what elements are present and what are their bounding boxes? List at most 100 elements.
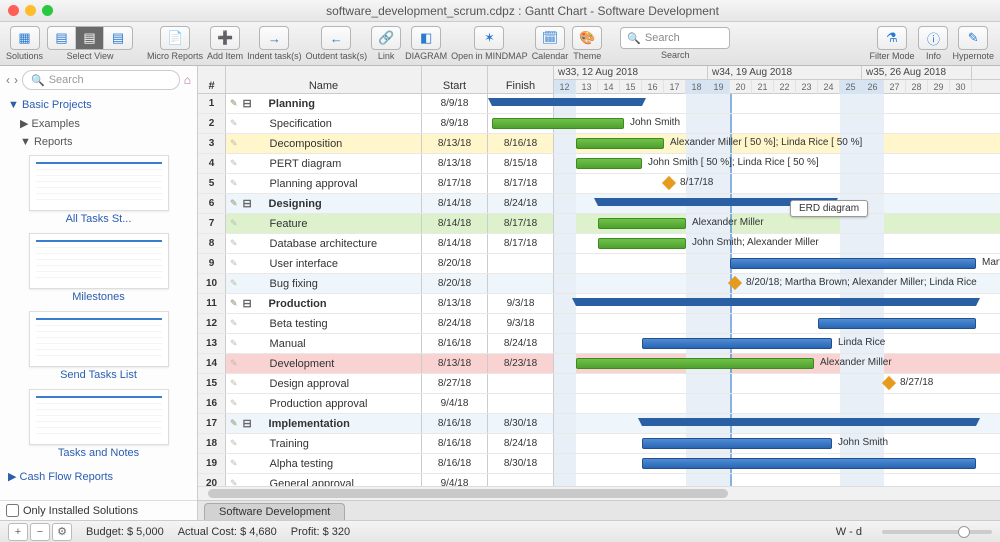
report-thumb-label[interactable]: Send Tasks List (4, 369, 193, 381)
timeline-cell[interactable] (554, 194, 1000, 213)
view-icon-1[interactable]: ▤ (48, 27, 76, 49)
task-name-cell[interactable]: ✎Training (226, 434, 422, 453)
only-installed-checkbox[interactable] (6, 504, 19, 517)
timeline-cell[interactable]: 8/27/18 (554, 374, 1000, 393)
indent-icon[interactable]: → (260, 27, 288, 49)
summary-bar[interactable] (642, 418, 976, 426)
task-finish[interactable]: 9/3/18 (488, 294, 554, 313)
timeline-cell[interactable] (554, 474, 1000, 486)
disclosure-icon[interactable]: ⊟ (243, 97, 253, 110)
task-name-cell[interactable]: ✎Specification (226, 114, 422, 133)
report-thumb-label[interactable]: Tasks and Notes (4, 447, 193, 459)
view-icon-2[interactable]: ▤ (76, 27, 104, 49)
hypernote-icon[interactable]: ✎ (959, 27, 987, 49)
task-name-cell[interactable]: ✎Development (226, 354, 422, 373)
home-icon[interactable]: ⌂ (184, 73, 191, 87)
zoom-icon[interactable] (42, 5, 53, 16)
add-row-button[interactable]: + (8, 523, 28, 541)
timeline-cell[interactable] (554, 394, 1000, 413)
filter-icon[interactable]: ⚗ (878, 27, 906, 49)
scrollbar-thumb[interactable] (208, 489, 728, 498)
grid-body[interactable]: ERD diagram 1✎⊟Planning8/9/188/16/182✎Sp… (198, 94, 1000, 486)
task-name-cell[interactable]: ✎Planning approval (226, 174, 422, 193)
timeline-cell[interactable]: John Smith (554, 114, 1000, 133)
tree-reports[interactable]: ▼ Reports (4, 133, 193, 151)
task-name-cell[interactable]: ✎⊟Designing (226, 194, 422, 213)
task-finish[interactable]: 9/3/18 (488, 314, 554, 333)
task-name-cell[interactable]: ✎Production approval (226, 394, 422, 413)
task-bar[interactable] (598, 238, 686, 249)
task-bar[interactable] (576, 138, 664, 149)
task-name-cell[interactable]: ✎Alpha testing (226, 454, 422, 473)
diagram-icon[interactable]: ◧ (412, 27, 440, 49)
task-row[interactable]: 7✎Feature8/14/188/17/18Alexander Miller (198, 214, 1000, 234)
toolbar-add-item[interactable]: ➕ Add Item (207, 26, 243, 61)
timeline-cell[interactable]: 8/17/18 (554, 174, 1000, 193)
task-start[interactable]: 8/13/18 (422, 294, 488, 313)
timeline-cell[interactable] (554, 294, 1000, 313)
task-row[interactable]: 1✎⊟Planning8/9/188/16/18 (198, 94, 1000, 114)
task-row[interactable]: 16✎Production approval9/4/18 (198, 394, 1000, 414)
task-finish[interactable]: 8/17/18 (488, 214, 554, 233)
task-row[interactable]: 12✎Beta testing8/24/189/3/18 (198, 314, 1000, 334)
task-row[interactable]: 18✎Training8/16/188/24/18John Smith (198, 434, 1000, 454)
task-bar[interactable] (576, 158, 642, 169)
timeline-cell[interactable]: Alexander Miller (554, 214, 1000, 233)
milestone-icon[interactable] (662, 176, 676, 190)
task-name-cell[interactable]: ✎User interface (226, 254, 422, 273)
timeline-cell[interactable] (554, 94, 1000, 113)
task-start[interactable]: 8/9/18 (422, 94, 488, 113)
calendar-icon[interactable]: 🗓 (536, 27, 564, 49)
task-finish[interactable]: 8/15/18 (488, 154, 554, 173)
toolbar-micro-reports[interactable]: 📄 Micro Reports (147, 26, 203, 61)
task-finish[interactable] (488, 474, 554, 486)
timeline-cell[interactable] (554, 414, 1000, 433)
timeline-cell[interactable] (554, 314, 1000, 333)
timeline-cell[interactable]: Martha Brown (554, 254, 1000, 273)
disclosure-icon[interactable]: ⊟ (243, 197, 253, 210)
tab-software-development[interactable]: Software Development (204, 503, 345, 520)
toolbar-solutions[interactable]: ▦ Solutions (6, 26, 43, 61)
task-bar[interactable] (642, 458, 976, 469)
task-start[interactable]: 8/13/18 (422, 354, 488, 373)
report-thumb[interactable] (29, 233, 169, 289)
task-start[interactable]: 8/13/18 (422, 154, 488, 173)
task-start[interactable]: 8/20/18 (422, 274, 488, 293)
task-bar[interactable] (818, 318, 976, 329)
toolbar-filter[interactable]: ⚗ Filter Mode (869, 26, 914, 61)
toolbar-mindmap[interactable]: ✶ Open in MINDMAP (451, 26, 528, 61)
task-name-cell[interactable]: ✎Manual (226, 334, 422, 353)
task-finish[interactable]: 8/23/18 (488, 354, 554, 373)
task-bar[interactable] (730, 258, 976, 269)
task-start[interactable]: 8/16/18 (422, 414, 488, 433)
report-thumb[interactable] (29, 311, 169, 367)
toolbar-outdent[interactable]: ← Outdent task(s) (306, 26, 368, 61)
toolbar-search[interactable]: 🔍Search Search (620, 27, 730, 60)
toolbar-diagram[interactable]: ◧ DIAGRAM (405, 26, 447, 61)
task-finish[interactable]: 8/30/18 (488, 454, 554, 473)
task-row[interactable]: 19✎Alpha testing8/16/188/30/18 (198, 454, 1000, 474)
info-icon[interactable]: ⓘ (919, 27, 947, 49)
disclosure-icon[interactable]: ⊟ (243, 297, 253, 310)
toolbar-link[interactable]: 🔗 Link (371, 26, 401, 61)
task-name-cell[interactable]: ✎General approval (226, 474, 422, 486)
task-row[interactable]: 11✎⊟Production8/13/189/3/18 (198, 294, 1000, 314)
task-bar[interactable] (598, 218, 686, 229)
outdent-icon[interactable]: ← (322, 27, 350, 49)
task-name-cell[interactable]: ✎PERT diagram (226, 154, 422, 173)
task-row[interactable]: 2✎Specification8/9/188/15/18John Smith (198, 114, 1000, 134)
task-name-cell[interactable]: ✎Bug fixing (226, 274, 422, 293)
task-finish[interactable] (488, 374, 554, 393)
task-name-cell[interactable]: ✎Beta testing (226, 314, 422, 333)
remove-row-button[interactable]: − (30, 523, 50, 541)
tree-basic-projects[interactable]: ▼ Basic Projects (4, 96, 193, 114)
sidebar-search-input[interactable]: 🔍Search (22, 70, 180, 90)
milestone-icon[interactable] (882, 376, 896, 390)
task-start[interactable]: 8/20/18 (422, 254, 488, 273)
task-start[interactable]: 9/4/18 (422, 474, 488, 486)
task-start[interactable]: 8/16/18 (422, 334, 488, 353)
micro-reports-icon[interactable]: 📄 (161, 27, 189, 49)
task-row[interactable]: 20✎General approval9/4/18 (198, 474, 1000, 486)
tree-examples[interactable]: ▶ Examples (4, 114, 193, 133)
link-icon[interactable]: 🔗 (372, 27, 400, 49)
